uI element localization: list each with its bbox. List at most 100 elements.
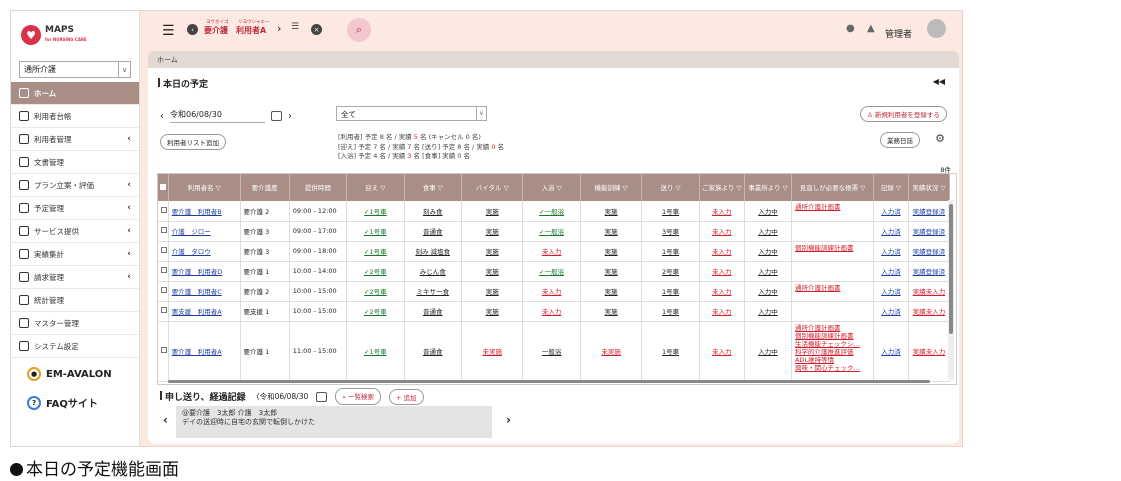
cell-bath[interactable]: 未入力	[522, 301, 581, 322]
cell-record[interactable]: 入力済	[873, 221, 909, 242]
filter-icon[interactable]: ▽	[938, 184, 945, 192]
cell-bath[interactable]: ✓一般浴	[522, 201, 581, 222]
cell-dropoff[interactable]: 1号車	[641, 241, 700, 262]
cell-record[interactable]: 入力済	[873, 261, 909, 282]
search-button[interactable]: ⌕	[347, 18, 371, 42]
sidebar-item-4[interactable]: プラン立案・評価 ‹	[11, 174, 139, 197]
filter-icon[interactable]: ▽	[378, 184, 385, 192]
cell-pickup[interactable]: ✓2号車	[346, 281, 405, 302]
list-icon[interactable]: ☰	[291, 22, 299, 32]
row-checkbox[interactable]	[158, 241, 169, 262]
filter-icon[interactable]: ▽	[858, 184, 865, 192]
table-row[interactable]: 介護 ジロー 要介護 3 09:00 - 17:00 ✓1号車 普通食 実施 ✓一般浴 実施 3…	[158, 221, 951, 242]
table-row[interactable]: 要介護 利用者A 要介護 1 11:00 - 15:00 ✓1号車 普通食 未実施 一般浴未…	[158, 321, 951, 382]
cell-status[interactable]: 実績登録済	[908, 261, 951, 282]
close-icon[interactable]: ×	[311, 24, 322, 35]
table-horizontal-scrollbar[interactable]	[160, 379, 948, 384]
cell-office[interactable]: 入力中	[744, 221, 793, 242]
form-link[interactable]: 科学的介護推進評価	[795, 348, 870, 356]
row-checkbox[interactable]	[158, 201, 169, 222]
cell-training[interactable]: 未実施	[580, 321, 643, 382]
sidebar-item-0[interactable]: ホーム	[11, 82, 139, 105]
cell-record[interactable]: 入力済	[873, 301, 909, 322]
filter-icon[interactable]: ▽	[734, 184, 742, 192]
row-checkbox[interactable]	[158, 321, 169, 382]
cell-training[interactable]: 実施	[580, 301, 643, 322]
sidebar-item-11[interactable]: システム設定	[11, 335, 139, 358]
cell-record[interactable]: 入力済	[873, 321, 909, 382]
filter-icon[interactable]: ▽	[674, 184, 681, 192]
cell-status[interactable]: 実績未入力	[908, 321, 951, 382]
em-avalon-link[interactable]: ● EM-AVALON	[27, 367, 112, 381]
cell-family[interactable]: 未入力	[699, 321, 745, 382]
column-header-5[interactable]: バイタル ▽	[461, 174, 524, 201]
cell-pickup[interactable]: ✓1号車	[346, 221, 405, 242]
cell-vital[interactable]: 実施	[461, 221, 524, 242]
cell-vital[interactable]: 実施	[461, 301, 524, 322]
back-button[interactable]: ‹	[187, 24, 198, 35]
cell-pickup[interactable]: ✓1号車	[346, 321, 405, 382]
table-row[interactable]: 要介護 利用者C 要介護 2 10:00 - 15:00 ✓2号車 ミキサー食 実施 未入力…	[158, 281, 951, 302]
cell-bath[interactable]: 未入力	[522, 241, 581, 262]
sidebar-item-7[interactable]: 実績集計 ‹	[11, 243, 139, 266]
cell-status[interactable]: 実績登録済	[908, 241, 951, 262]
prev-note-button[interactable]: ‹	[163, 413, 168, 427]
cell-training[interactable]: 実施	[580, 241, 643, 262]
column-header-1[interactable]: 要介護度	[240, 174, 290, 201]
cell-vital[interactable]: 未実施	[461, 321, 524, 382]
cell-pickup[interactable]: ✓2号車	[346, 261, 405, 282]
cell-office[interactable]: 入力中	[744, 201, 793, 222]
cell-office[interactable]: 入力中	[744, 301, 793, 322]
row-checkbox[interactable]	[158, 281, 169, 302]
hamburger-icon[interactable]: ☰	[162, 23, 175, 39]
column-header-3[interactable]: 迎え ▽	[346, 174, 405, 201]
form-link[interactable]: 通所介護計画書	[795, 324, 870, 332]
filter-icon[interactable]: ▽	[894, 184, 901, 192]
cell-record[interactable]: 入力済	[873, 281, 909, 302]
column-header-4[interactable]: 食事 ▽	[404, 174, 462, 201]
cell-name[interactable]: 要介護 利用者C	[168, 281, 241, 302]
note-entry[interactable]: @要介護 3太郎 介護 3太郎 デイの送迎時に自宅の玄関で転倒しかけた	[176, 406, 492, 438]
chat-icon[interactable]: ●	[846, 23, 855, 34]
cell-record[interactable]: 入力済	[873, 241, 909, 262]
cell-training[interactable]: 実施	[580, 261, 643, 282]
sidebar-item-9[interactable]: 統計管理	[11, 289, 139, 312]
row-checkbox[interactable]	[158, 301, 169, 322]
date-input[interactable]: 令和06/08/30	[170, 109, 265, 123]
cell-family[interactable]: 未入力	[699, 261, 745, 282]
column-header-9[interactable]: ご家族より ▽	[699, 174, 745, 201]
column-header-11[interactable]: 見直しが必要な帳票 ▽	[791, 174, 875, 201]
table-row[interactable]: 要支援 利用者A 要支援 1 10:00 - 15:00 ✓2号車 普通食 実施 未入力 実施…	[158, 301, 951, 322]
column-header-6[interactable]: 入浴 ▽	[522, 174, 581, 201]
cell-dropoff[interactable]: 1号車	[641, 281, 700, 302]
cell-bath[interactable]: 一般浴	[522, 321, 581, 382]
faq-link[interactable]: ? FAQサイト	[27, 395, 98, 410]
cell-dropoff[interactable]: 2号車	[641, 261, 700, 282]
cell-meal[interactable]: 普通食	[404, 301, 462, 322]
column-header-12[interactable]: 記録 ▽	[873, 174, 909, 201]
cell-name[interactable]: 要介護 利用者A	[168, 321, 241, 382]
cell-name[interactable]: 要介護 利用者B	[168, 201, 241, 222]
collapse-icon[interactable]: ◀◀	[933, 77, 945, 86]
sidebar-item-8[interactable]: 請求管理 ‹	[11, 266, 139, 289]
prev-date-button[interactable]: ‹	[160, 111, 164, 122]
cell-meal[interactable]: ミキサー食	[404, 281, 462, 302]
form-link[interactable]: 興味・関心チェック…	[795, 364, 870, 372]
search-list-button[interactable]: ⌕ 一覧検索	[335, 388, 381, 405]
cell-pickup[interactable]: ✓2号車	[346, 301, 405, 322]
sidebar-item-3[interactable]: 文書管理	[11, 151, 139, 174]
cell-family[interactable]: 未入力	[699, 241, 745, 262]
cell-bath[interactable]: ✓一般浴	[522, 221, 581, 242]
filter-icon[interactable]: ▽	[436, 184, 443, 192]
cell-training[interactable]: 実施	[580, 201, 643, 222]
column-header-13[interactable]: 実績状況 ▽	[908, 174, 951, 201]
bell-icon[interactable]: ▲	[867, 23, 875, 34]
row-checkbox[interactable]	[158, 261, 169, 282]
cell-family[interactable]: 未入力	[699, 281, 745, 302]
cell-status[interactable]: 実績登録済	[908, 201, 951, 222]
cell-family[interactable]: 未入力	[699, 221, 745, 242]
cell-status[interactable]: 実績未入力	[908, 281, 951, 302]
cell-meal[interactable]: 普通食	[404, 221, 462, 242]
cell-office[interactable]: 入力中	[744, 261, 793, 282]
cell-family[interactable]: 未入力	[699, 301, 745, 322]
